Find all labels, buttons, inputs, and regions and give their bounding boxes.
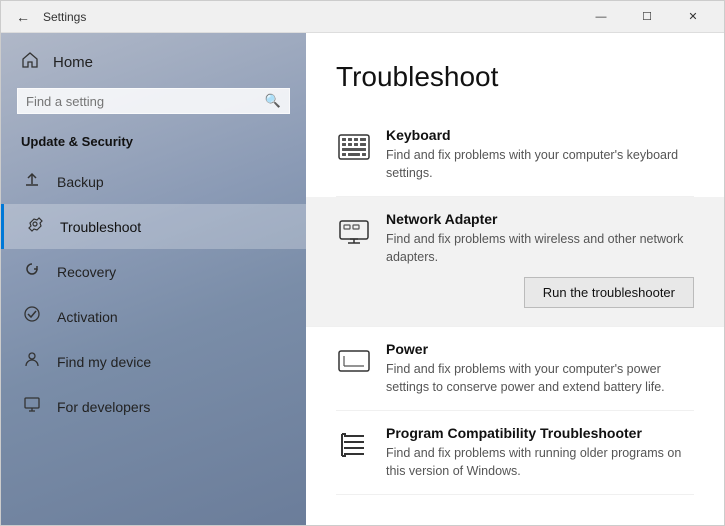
sidebar: Home 🔍 Update & Security Backup: [1, 33, 306, 525]
troubleshoot-item-network-adapter: Network Adapter Find and fix problems wi…: [306, 197, 724, 326]
keyboard-desc: Find and fix problems with your computer…: [386, 146, 694, 182]
sidebar-item-for-developers[interactable]: For developers: [1, 384, 306, 429]
sidebar-item-find-my-device[interactable]: Find my device: [1, 339, 306, 384]
settings-window: ← Settings — ☐ ✕ Home 🔍 Update & S: [0, 0, 725, 526]
search-input[interactable]: [26, 94, 265, 109]
search-icon: 🔍: [265, 93, 281, 109]
power-name: Power: [386, 341, 694, 357]
sidebar-section-title: Update & Security: [1, 128, 306, 159]
page-title: Troubleshoot: [336, 61, 694, 93]
find-my-device-icon: [21, 350, 43, 373]
run-troubleshooter-button[interactable]: Run the troubleshooter: [524, 277, 694, 308]
close-button[interactable]: ✕: [670, 1, 716, 33]
home-label: Home: [53, 54, 93, 71]
sidebar-item-home[interactable]: Home: [1, 33, 306, 88]
activation-icon: [21, 305, 43, 328]
power-desc: Find and fix problems with your computer…: [386, 360, 694, 396]
sidebar-item-recovery-label: Recovery: [57, 264, 116, 280]
sidebar-item-for-developers-label: For developers: [57, 399, 150, 415]
keyboard-name: Keyboard: [386, 127, 694, 143]
program-compat-desc: Find and fix problems with running older…: [386, 444, 694, 480]
right-panel: Troubleshoot: [306, 33, 724, 525]
sidebar-item-activation-label: Activation: [57, 309, 118, 325]
run-btn-row: Run the troubleshooter: [386, 277, 694, 308]
power-info: Power Find and fix problems with your co…: [386, 341, 694, 396]
program-compat-name: Program Compatibility Troubleshooter: [386, 425, 694, 441]
sidebar-item-backup[interactable]: Backup: [1, 159, 306, 204]
troubleshoot-item-program-compatibility: Program Compatibility Troubleshooter Fin…: [336, 411, 694, 495]
titlebar: ← Settings — ☐ ✕: [1, 1, 724, 33]
sidebar-item-recovery[interactable]: Recovery: [1, 249, 306, 294]
maximize-button[interactable]: ☐: [624, 1, 670, 33]
troubleshoot-item-keyboard: Keyboard Find and fix problems with your…: [336, 113, 694, 197]
power-icon-box: [336, 343, 372, 379]
program-compat-info: Program Compatibility Troubleshooter Fin…: [386, 425, 694, 480]
window-title: Settings: [43, 10, 86, 24]
sidebar-item-activation[interactable]: Activation: [1, 294, 306, 339]
program-compat-icon-box: [336, 427, 372, 463]
recovery-icon: [21, 260, 43, 283]
minimize-button[interactable]: —: [578, 1, 624, 33]
sidebar-item-find-my-device-label: Find my device: [57, 354, 151, 370]
network-adapter-desc: Find and fix problems with wireless and …: [386, 230, 694, 266]
back-button[interactable]: ←: [9, 3, 37, 31]
troubleshoot-icon: [24, 215, 46, 238]
main-content: Home 🔍 Update & Security Backup: [1, 33, 724, 525]
sidebar-item-troubleshoot-label: Troubleshoot: [60, 219, 141, 235]
search-box[interactable]: 🔍: [17, 88, 290, 114]
network-adapter-info: Network Adapter Find and fix problems wi…: [386, 211, 694, 311]
sidebar-item-troubleshoot[interactable]: Troubleshoot: [1, 204, 306, 249]
for-developers-icon: [21, 395, 43, 418]
troubleshoot-item-power: Power Find and fix problems with your co…: [336, 327, 694, 411]
window-controls: — ☐ ✕: [578, 1, 716, 33]
network-adapter-name: Network Adapter: [386, 211, 694, 227]
sidebar-item-backup-label: Backup: [57, 174, 104, 190]
keyboard-info: Keyboard Find and fix problems with your…: [386, 127, 694, 182]
backup-icon: [21, 170, 43, 193]
keyboard-icon-box: [336, 129, 372, 165]
home-icon: [21, 51, 39, 74]
network-adapter-icon-box: [336, 213, 372, 249]
